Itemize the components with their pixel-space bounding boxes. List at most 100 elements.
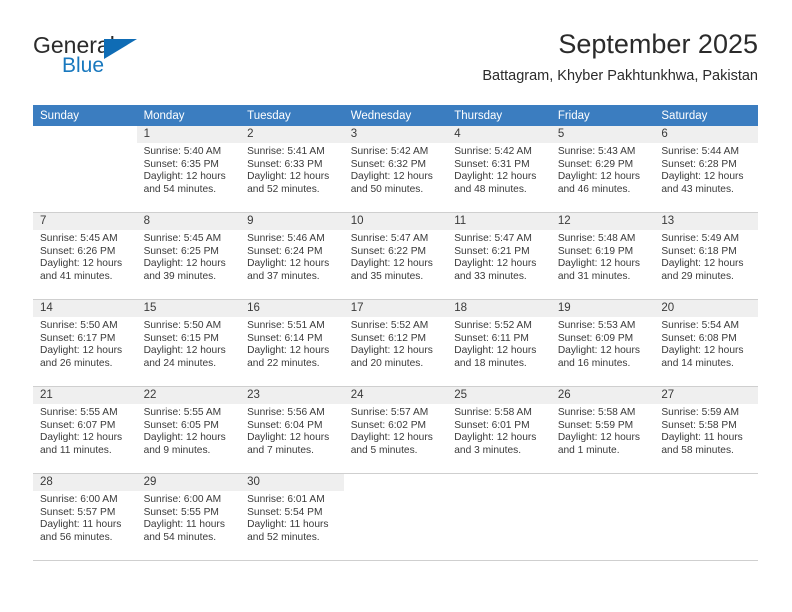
sunrise-text: Sunrise: 5:55 AM [143, 407, 222, 418]
calendar-day-cell[interactable]: 1 Sunrise: 5:40 AM Sunset: 6:35 PM Daylight… [136, 126, 241, 213]
day-number [551, 474, 655, 491]
sunrise-text: Sunrise: 5:56 AM [247, 407, 325, 418]
calendar-day-cell[interactable]: 15 Sunrise: 5:50 AM Sunset: 6:15 PM Dayligh… [136, 299, 241, 387]
day-number: 2 [240, 126, 344, 143]
daylight-text-cont: and 50 minutes. [350, 183, 424, 195]
sunrise-text: Sunrise: 6:00 AM [40, 494, 118, 505]
calendar-day-cell[interactable]: 8 Sunrise: 5:45 AM Sunset: 6:25 PM Daylight… [136, 212, 241, 300]
day-cell-content: 16 Sunrise: 5:51 AM Sunset: 6:14 PM Dayligh… [240, 300, 344, 386]
calendar-day-cell[interactable]: 3 Sunrise: 5:42 AM Sunset: 6:32 PM Daylight… [343, 126, 448, 213]
sunset-text: Sunset: 5:54 PM [247, 506, 323, 518]
day-number: 16 [240, 300, 344, 317]
day-number: 18 [447, 300, 551, 317]
sunset-text: Sunset: 5:58 PM [661, 419, 737, 431]
calendar-day-cell[interactable]: 17 Sunrise: 5:52 AM Sunset: 6:12 PM Dayligh… [343, 299, 448, 387]
calendar-body: 1 Sunrise: 5:40 AM Sunset: 6:35 PM Daylight… [33, 126, 758, 561]
day-number: 19 [550, 300, 655, 317]
calendar-day-cell[interactable]: 27 Sunrise: 5:59 AM Sunset: 5:58 PM Dayligh… [654, 386, 758, 474]
daylight-text: Daylight: 12 hours [557, 258, 640, 270]
calendar-day-cell[interactable]: 7 Sunrise: 5:45 AM Sunset: 6:26 PM Daylight… [33, 212, 137, 300]
sunrise-text: Sunrise: 5:45 AM [40, 233, 118, 244]
day-cell-content: 20 Sunrise: 5:54 AM Sunset: 6:08 PM Dayligh… [654, 300, 758, 386]
daylight-text-cont: and 5 minutes. [350, 444, 418, 456]
daylight-text: Daylight: 12 hours [350, 432, 433, 444]
day-details: Sunrise: 5:41 AM Sunset: 6:33 PM Daylight:… [240, 143, 344, 196]
calendar-day-cell[interactable]: 20 Sunrise: 5:54 AM Sunset: 6:08 PM Dayligh… [654, 299, 758, 387]
day-cell-content: 9 Sunrise: 5:46 AM Sunset: 6:24 PM Daylight… [240, 213, 344, 299]
calendar-day-cell[interactable]: 2 Sunrise: 5:41 AM Sunset: 6:33 PM Daylight… [240, 126, 344, 213]
brand-logo[interactable]: General Blue [33, 32, 233, 88]
calendar-day-cell[interactable]: 25 Sunrise: 5:58 AM Sunset: 6:01 PM Dayligh… [447, 386, 551, 474]
daylight-text-cont: and 37 minutes. [247, 270, 320, 282]
calendar-day-cell[interactable]: 6 Sunrise: 5:44 AM Sunset: 6:28 PM Daylight… [654, 126, 758, 213]
day-cell-content: 2 Sunrise: 5:41 AM Sunset: 6:33 PM Daylight… [240, 126, 344, 212]
calendar-day-cell[interactable]: 24 Sunrise: 5:57 AM Sunset: 6:02 PM Dayligh… [343, 386, 448, 474]
day-details: Sunrise: 6:00 AM Sunset: 5:57 PM Daylight:… [33, 491, 137, 544]
daylight-text: Daylight: 11 hours [247, 519, 329, 531]
calendar-page: General Blue September 2025 Battagram, K… [0, 0, 792, 612]
day-number: 29 [136, 474, 241, 491]
weekday-header-saturday: Saturday [654, 105, 758, 126]
calendar-day-cell[interactable]: 14 Sunrise: 5:50 AM Sunset: 6:17 PM Dayligh… [33, 299, 137, 387]
day-details: Sunrise: 5:52 AM Sunset: 6:12 PM Daylight:… [344, 317, 448, 370]
day-cell-content: 24 Sunrise: 5:57 AM Sunset: 6:02 PM Dayligh… [343, 387, 448, 473]
calendar-day-cell[interactable]: 18 Sunrise: 5:52 AM Sunset: 6:11 PM Dayligh… [447, 299, 551, 387]
day-details: Sunrise: 6:00 AM Sunset: 5:55 PM Daylight:… [137, 491, 241, 544]
calendar-day-cell[interactable]: 28 Sunrise: 6:00 AM Sunset: 5:57 PM Dayligh… [33, 473, 137, 561]
sunset-text: Sunset: 6:17 PM [40, 332, 116, 344]
calendar-day-cell[interactable]: 23 Sunrise: 5:56 AM Sunset: 6:04 PM Dayligh… [240, 386, 344, 474]
calendar-day-cell[interactable]: 5 Sunrise: 5:43 AM Sunset: 6:29 PM Daylight… [550, 126, 655, 213]
daylight-text-cont: and 11 minutes. [40, 444, 112, 456]
sunset-text: Sunset: 6:25 PM [143, 245, 219, 257]
calendar-day-cell[interactable]: 22 Sunrise: 5:55 AM Sunset: 6:05 PM Dayligh… [136, 386, 241, 474]
sunset-text: Sunset: 6:07 PM [40, 419, 116, 431]
calendar-day-cell[interactable]: 4 Sunrise: 5:42 AM Sunset: 6:31 PM Daylight… [447, 126, 551, 213]
day-number: 10 [343, 213, 448, 230]
day-details: Sunrise: 5:51 AM Sunset: 6:14 PM Daylight:… [240, 317, 344, 370]
daylight-text-cont: and 58 minutes. [661, 444, 734, 456]
day-number: 9 [240, 213, 344, 230]
day-details: Sunrise: 5:44 AM Sunset: 6:28 PM Daylight:… [654, 143, 758, 196]
sunrise-text: Sunrise: 5:50 AM [143, 320, 222, 331]
day-cell-content: 4 Sunrise: 5:42 AM Sunset: 6:31 PM Daylight… [447, 126, 551, 212]
day-details: Sunrise: 5:47 AM Sunset: 6:21 PM Daylight:… [447, 230, 551, 283]
calendar-day-cell[interactable]: 30 Sunrise: 6:01 AM Sunset: 5:54 PM Dayligh… [240, 473, 344, 561]
day-number: 3 [343, 126, 448, 143]
calendar-day-cell[interactable]: 21 Sunrise: 5:55 AM Sunset: 6:07 PM Dayligh… [33, 386, 137, 474]
sunset-text: Sunset: 6:14 PM [247, 332, 323, 344]
daylight-text-cont: and 7 minutes. [247, 444, 314, 456]
daylight-text: Daylight: 12 hours [557, 432, 640, 444]
day-details: Sunrise: 5:56 AM Sunset: 6:04 PM Daylight:… [240, 404, 344, 457]
calendar-day-cell[interactable]: 29 Sunrise: 6:00 AM Sunset: 5:55 PM Dayligh… [136, 473, 241, 561]
day-cell-content: 19 Sunrise: 5:53 AM Sunset: 6:09 PM Dayligh… [550, 300, 655, 386]
day-cell-content [344, 474, 448, 560]
daylight-text-cont: and 46 minutes. [557, 183, 631, 195]
day-number: 12 [550, 213, 655, 230]
calendar-day-cell[interactable]: 13 Sunrise: 5:49 AM Sunset: 6:18 PM Dayligh… [654, 212, 758, 300]
day-details: Sunrise: 5:46 AM Sunset: 6:24 PM Daylight:… [240, 230, 344, 283]
daylight-text: Daylight: 12 hours [247, 171, 330, 183]
sunrise-text: Sunrise: 5:40 AM [143, 146, 222, 157]
day-number: 26 [550, 387, 655, 404]
day-number: 17 [343, 300, 448, 317]
day-cell-content: 14 Sunrise: 5:50 AM Sunset: 6:17 PM Dayligh… [33, 300, 137, 386]
calendar-empty-cell [33, 126, 137, 213]
sunrise-text: Sunrise: 5:58 AM [454, 407, 532, 418]
calendar-day-cell[interactable]: 9 Sunrise: 5:46 AM Sunset: 6:24 PM Daylight… [240, 212, 344, 300]
calendar-day-cell[interactable]: 16 Sunrise: 5:51 AM Sunset: 6:14 PM Dayligh… [240, 299, 344, 387]
calendar-day-cell[interactable]: 26 Sunrise: 5:58 AM Sunset: 5:59 PM Dayligh… [550, 386, 655, 474]
calendar-day-cell[interactable]: 12 Sunrise: 5:48 AM Sunset: 6:19 PM Dayligh… [550, 212, 655, 300]
calendar-day-cell[interactable]: 11 Sunrise: 5:47 AM Sunset: 6:21 PM Dayligh… [447, 212, 551, 300]
daylight-text-cont: and 52 minutes. [247, 183, 320, 195]
day-details: Sunrise: 5:58 AM Sunset: 5:59 PM Daylight:… [551, 404, 655, 457]
sunset-text: Sunset: 6:02 PM [350, 419, 427, 431]
calendar-day-cell[interactable]: 19 Sunrise: 5:53 AM Sunset: 6:09 PM Dayligh… [550, 299, 655, 387]
daylight-text-cont: and 41 minutes. [40, 270, 113, 282]
sunset-text: Sunset: 6:29 PM [557, 158, 634, 170]
day-number: 7 [33, 213, 137, 230]
calendar-day-cell[interactable]: 10 Sunrise: 5:47 AM Sunset: 6:22 PM Dayligh… [343, 212, 448, 300]
day-number: 30 [240, 474, 344, 491]
sunset-text: Sunset: 5:55 PM [143, 506, 219, 518]
daylight-text: Daylight: 12 hours [247, 345, 330, 357]
day-cell-content: 23 Sunrise: 5:56 AM Sunset: 6:04 PM Dayligh… [240, 387, 344, 473]
